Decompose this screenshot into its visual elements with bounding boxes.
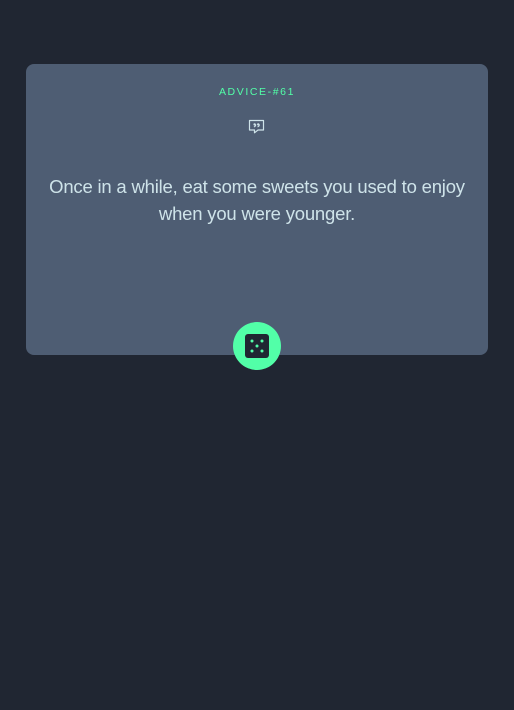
advice-id-label: ADVICE-#61	[218, 86, 296, 98]
advice-text: Once in a while, eat some sweets you use…	[49, 176, 465, 224]
quote-icon	[248, 119, 265, 134]
dice-icon	[245, 334, 269, 358]
generate-advice-button[interactable]	[233, 322, 281, 370]
advice-card: ADVICE-#61 Once in a while, eat some swe…	[26, 64, 488, 355]
